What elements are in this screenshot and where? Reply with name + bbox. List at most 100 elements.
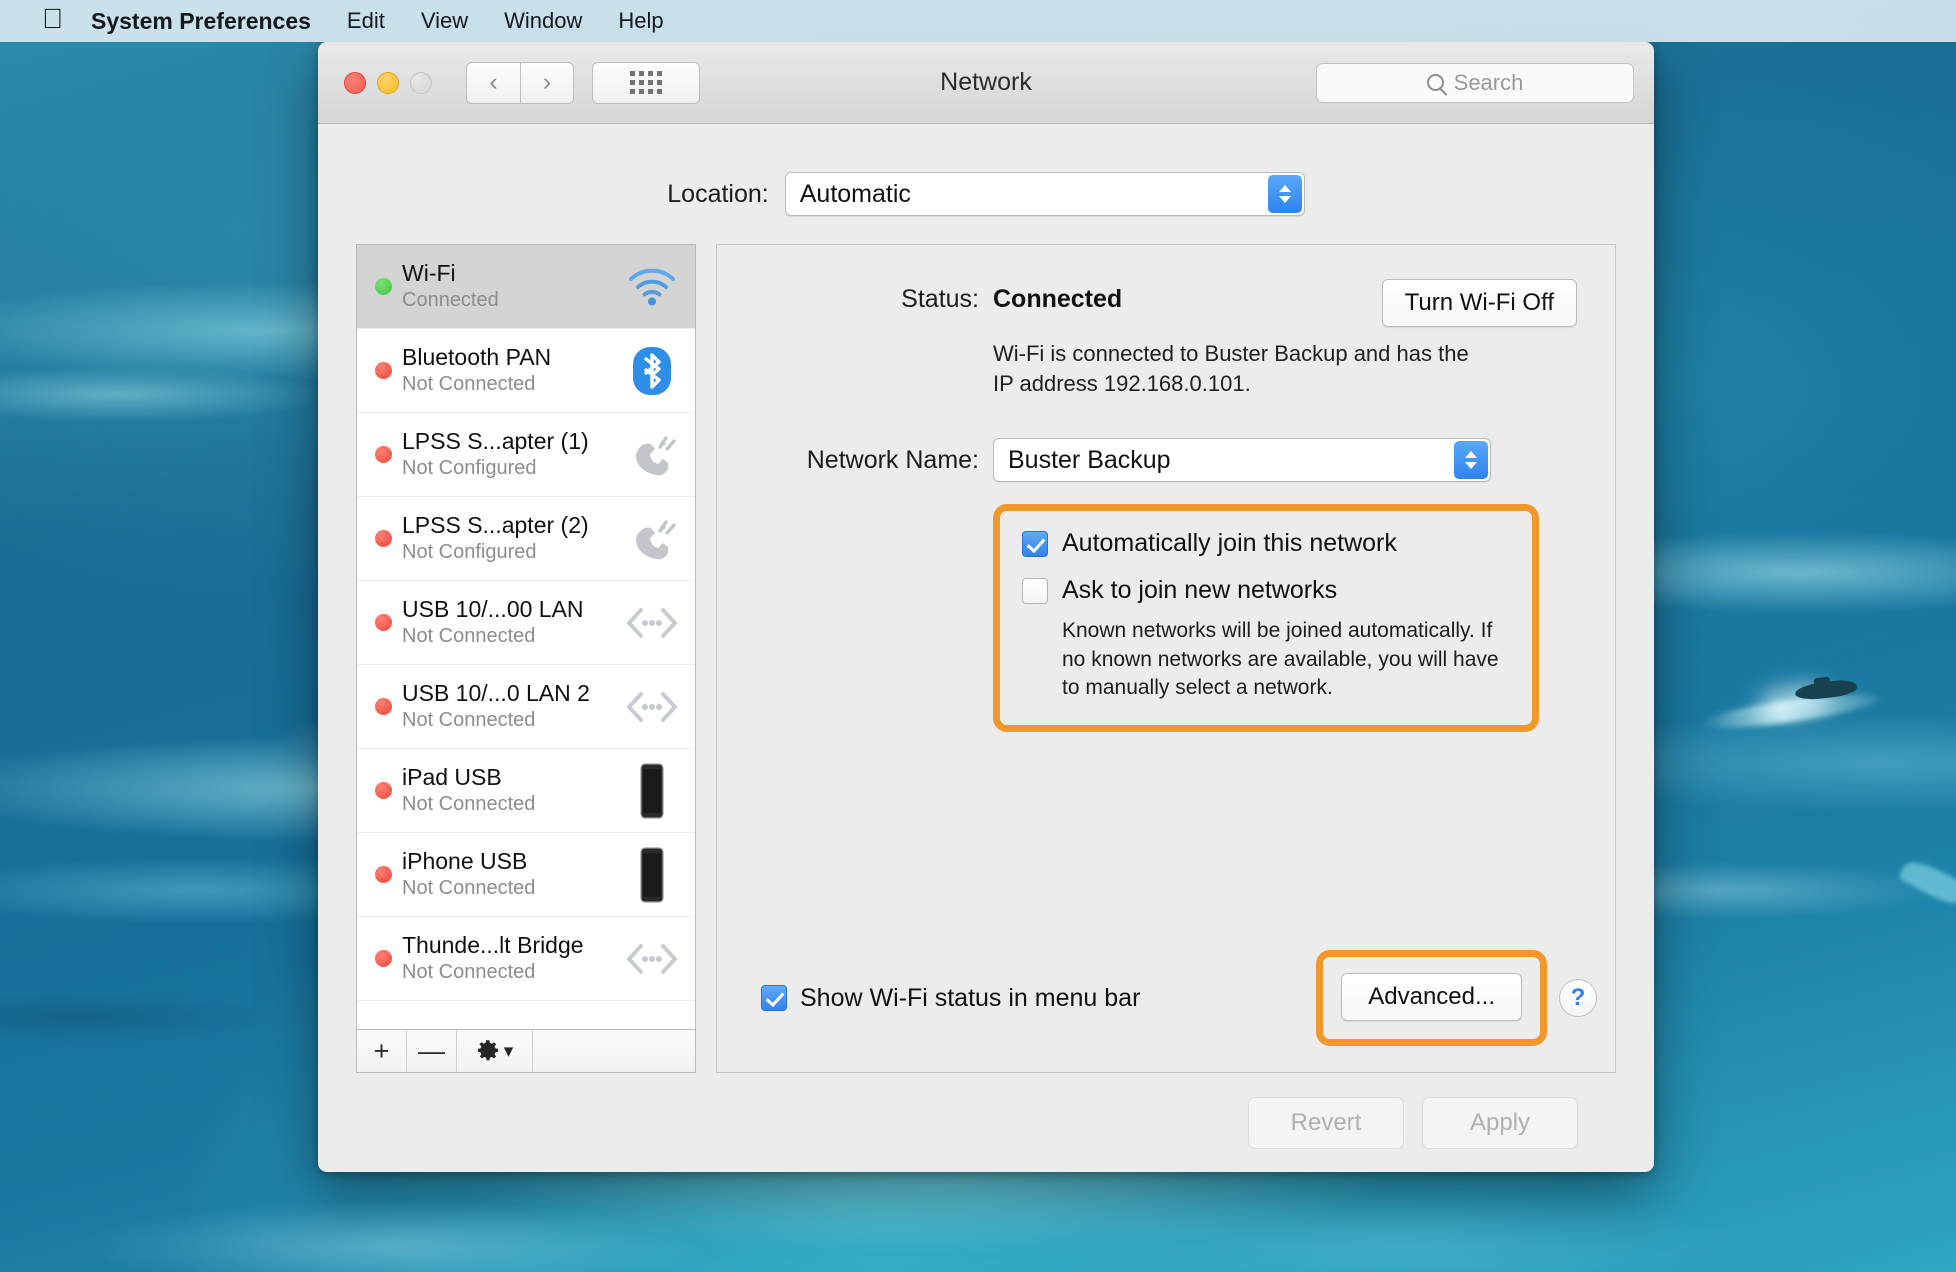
interface-status: Not Connected	[402, 708, 613, 732]
ethernet-icon	[623, 690, 681, 724]
wifi-icon	[623, 268, 681, 306]
status-value: Connected	[993, 279, 1122, 314]
apple-logo-icon[interactable]: 	[42, 5, 63, 33]
zoom-button[interactable]	[410, 72, 432, 94]
status-description: Wi-Fi is connected to Buster Backup and …	[993, 339, 1473, 398]
interface-status: Not Connected	[402, 876, 613, 900]
navigation-buttons: ‹ ›	[466, 62, 574, 104]
sidebar-item-ipad-usb[interactable]: iPad USB Not Connected	[357, 749, 695, 833]
interface-name: iPad USB	[402, 765, 613, 791]
status-dot-red	[375, 530, 392, 547]
interface-name: LPSS S...apter (2)	[402, 513, 613, 539]
interface-name: LPSS S...apter (1)	[402, 429, 613, 455]
sidebar-item-usb-lan-2[interactable]: USB 10/...0 LAN 2 Not Connected	[357, 665, 695, 749]
ask-join-label: Ask to join new networks	[1062, 576, 1337, 605]
traffic-lights	[344, 72, 432, 94]
status-dot-red	[375, 950, 392, 967]
interface-name: Bluetooth PAN	[402, 345, 613, 371]
auto-join-checkbox[interactable]	[1022, 531, 1048, 557]
bluetooth-icon	[623, 345, 681, 397]
sidebar-item-lpss-adapter-1[interactable]: LPSS S...apter (1) Not Configured	[357, 413, 695, 497]
window-body: Location: Automatic Wi-Fi	[318, 124, 1654, 1172]
turn-wifi-off-button[interactable]: Turn Wi-Fi Off	[1382, 279, 1577, 327]
status-dot-red	[375, 698, 392, 715]
show-all-grid-icon[interactable]	[592, 62, 700, 104]
search-input[interactable]: Search	[1316, 63, 1634, 103]
chevron-updown-icon[interactable]	[1454, 441, 1488, 479]
status-row: Status: Connected Turn Wi-Fi Off Wi-Fi i…	[717, 279, 1577, 398]
status-dot-red	[375, 362, 392, 379]
auto-join-row[interactable]: Automatically join this network	[1022, 529, 1510, 558]
network-name-select[interactable]: Buster Backup	[993, 438, 1491, 482]
modem-icon	[623, 515, 681, 563]
interface-name: USB 10/...0 LAN 2	[402, 681, 613, 707]
sidebar-item-wifi[interactable]: Wi-Fi Connected	[357, 245, 695, 329]
sidebar-toolbar-filler	[533, 1030, 695, 1072]
auto-join-note: Known networks will be joined automatica…	[1022, 617, 1510, 703]
sidebar-item-usb-lan[interactable]: USB 10/...00 LAN Not Connected	[357, 581, 695, 665]
interface-name: iPhone USB	[402, 849, 613, 875]
remove-interface-button[interactable]: —	[407, 1030, 457, 1072]
help-button[interactable]: ?	[1559, 979, 1597, 1017]
advanced-button[interactable]: Advanced...	[1341, 973, 1522, 1021]
network-name-row: Network Name: Buster Backup	[717, 438, 1577, 482]
chevron-left-icon[interactable]: ‹	[466, 62, 520, 104]
show-wifi-status-row[interactable]: Show Wi-Fi status in menu bar	[761, 984, 1140, 1013]
status-dot-green	[375, 278, 392, 295]
interface-status: Not Configured	[402, 456, 613, 480]
show-wifi-status-checkbox[interactable]	[761, 985, 787, 1011]
auto-join-highlight-box: Automatically join this network Ask to j…	[993, 504, 1539, 732]
location-select[interactable]: Automatic	[785, 172, 1305, 216]
interface-sidebar: Wi-Fi Connected	[356, 244, 696, 1073]
menu-item-help[interactable]: Help	[600, 8, 681, 34]
window-footer: Revert Apply	[356, 1073, 1616, 1149]
chevron-down-icon: ▾	[504, 1040, 514, 1063]
menu-item-edit[interactable]: Edit	[329, 8, 403, 34]
interface-status: Not Connected	[402, 960, 613, 984]
close-button[interactable]	[344, 72, 366, 94]
status-label: Status:	[717, 279, 979, 314]
network-preferences-window: ‹ › Network Search Location:	[318, 42, 1654, 1172]
menu-item-system-preferences[interactable]: System Preferences	[91, 8, 329, 35]
sidebar-toolbar: + — ▾	[356, 1029, 696, 1073]
sidebar-item-thunderbolt-bridge[interactable]: Thunde...lt Bridge Not Connected	[357, 917, 695, 1001]
content-split: Wi-Fi Connected	[356, 244, 1616, 1073]
sidebar-item-bluetooth-pan[interactable]: Bluetooth PAN Not Connected	[357, 329, 695, 413]
ethernet-icon	[623, 606, 681, 640]
chevron-right-icon[interactable]: ›	[520, 62, 574, 104]
status-dot-red	[375, 614, 392, 631]
location-label: Location:	[667, 180, 768, 209]
ask-join-checkbox[interactable]	[1022, 578, 1048, 604]
menu-bar:  System Preferences Edit View Window He…	[0, 0, 1956, 42]
network-name-label: Network Name:	[717, 446, 979, 475]
interface-status: Not Connected	[402, 792, 613, 816]
status-dot-red	[375, 782, 392, 799]
location-value: Automatic	[800, 180, 911, 209]
ethernet-icon	[623, 942, 681, 976]
interface-list: Wi-Fi Connected	[356, 244, 696, 1029]
auto-join-label: Automatically join this network	[1062, 529, 1397, 558]
iphone-icon	[623, 846, 681, 904]
menu-item-window[interactable]: Window	[486, 8, 600, 34]
gear-icon[interactable]: ▾	[457, 1030, 533, 1072]
status-dot-red	[375, 866, 392, 883]
chevron-updown-icon[interactable]	[1268, 175, 1302, 213]
interface-name: USB 10/...00 LAN	[402, 597, 613, 623]
window-titlebar[interactable]: ‹ › Network Search	[318, 42, 1654, 124]
network-name-value: Buster Backup	[1008, 446, 1171, 475]
modem-icon	[623, 431, 681, 479]
sidebar-item-lpss-adapter-2[interactable]: LPSS S...apter (2) Not Configured	[357, 497, 695, 581]
advanced-highlight-box: Advanced...	[1316, 950, 1547, 1046]
interface-status: Not Connected	[402, 372, 613, 396]
apply-button[interactable]: Apply	[1422, 1097, 1578, 1149]
sidebar-item-iphone-usb[interactable]: iPhone USB Not Connected	[357, 833, 695, 917]
ipad-icon	[623, 762, 681, 820]
location-row: Location: Automatic	[356, 172, 1616, 216]
ask-join-row[interactable]: Ask to join new networks	[1022, 576, 1510, 605]
minimize-button[interactable]	[377, 72, 399, 94]
show-wifi-status-label: Show Wi-Fi status in menu bar	[800, 984, 1140, 1013]
revert-button[interactable]: Revert	[1248, 1097, 1404, 1149]
add-interface-button[interactable]: +	[357, 1030, 407, 1072]
menu-item-view[interactable]: View	[403, 8, 486, 34]
grid-dots	[630, 71, 662, 94]
